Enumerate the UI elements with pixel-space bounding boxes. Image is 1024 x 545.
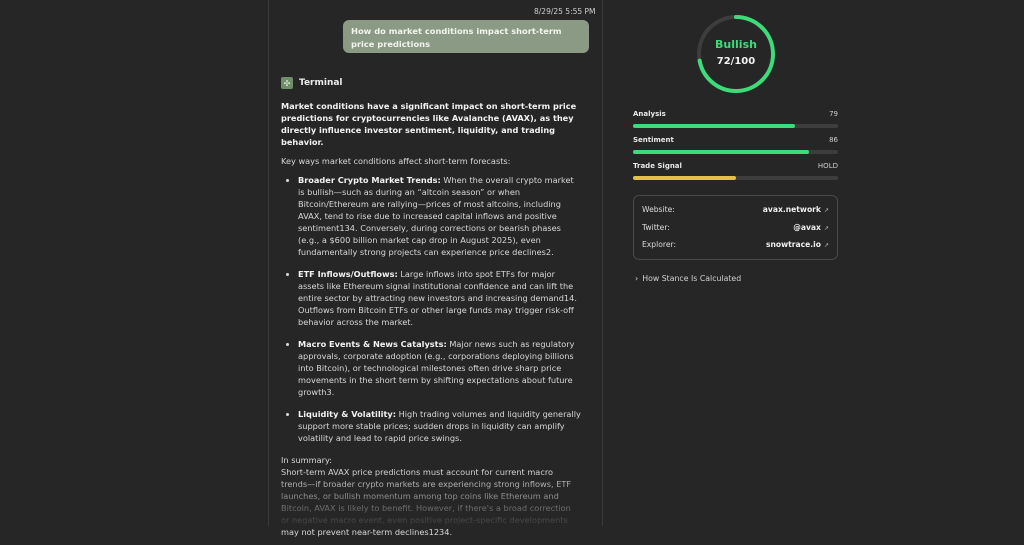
metric-analysis: Analysis 79 (633, 110, 838, 128)
message-intro: Market conditions have a significant imp… (281, 101, 577, 147)
external-link-icon[interactable]: ↗ (824, 242, 829, 249)
metric-bar-fill (633, 150, 810, 154)
link-value[interactable]: @avax (793, 223, 821, 232)
bullet-list: Broader Crypto Market Trends: When the o… (281, 174, 581, 444)
message-lead: Key ways market conditions affect short-… (281, 156, 511, 166)
external-link-icon[interactable]: ↗ (824, 225, 829, 232)
link-label: Twitter: (642, 222, 670, 232)
metric-value: HOLD (817, 162, 838, 170)
stance-calculation-toggle[interactable]: › How Stance Is Calculated (635, 274, 741, 283)
metric-name: Analysis (633, 110, 666, 118)
assistant-name: Terminal (299, 78, 343, 88)
external-link-icon[interactable]: ↗ (824, 207, 829, 214)
list-item: ETF Inflows/Outflows: Large inflows into… (298, 268, 581, 328)
terminal-logo-icon: ✣ (281, 77, 293, 89)
list-item: Liquidity & Volatility: High trading vol… (298, 408, 581, 444)
bullet-text: When the overall crypto market is bullis… (298, 175, 574, 257)
metric-name: Trade Signal (633, 162, 682, 170)
metric-name: Sentiment (633, 136, 674, 144)
user-message-bubble: How do market conditions impact short-te… (343, 20, 589, 53)
metric-sentiment: Sentiment 86 (633, 136, 838, 154)
bullet-title: Broader Crypto Market Trends: (298, 175, 441, 185)
metric-bar (633, 150, 838, 154)
list-item: Broader Crypto Market Trends: When the o… (298, 174, 581, 258)
metric-value: 79 (829, 110, 838, 118)
link-value[interactable]: avax.network (763, 205, 821, 214)
link-label: Website: (642, 205, 675, 215)
stance-gauge (697, 15, 775, 93)
chevron-right-icon[interactable]: › (635, 274, 638, 283)
link-row-explorer: Explorer: snowtrace.io ↗ (642, 236, 829, 254)
bullet-title: ETF Inflows/Outflows: (298, 269, 398, 279)
metric-bar (633, 176, 838, 180)
scroll-fade (269, 470, 600, 526)
twitter-link[interactable]: @avax ↗ (793, 223, 829, 232)
assistant-header: ✣ Terminal (281, 77, 343, 89)
metric-trade-signal: Trade Signal HOLD (633, 162, 838, 180)
metric-bar (633, 124, 838, 128)
link-row-website: Website: avax.network ↗ (642, 201, 829, 219)
project-links-card: Website: avax.network ↗ Twitter: @avax ↗ E… (633, 195, 838, 260)
list-item: Macro Events & News Catalysts: Major new… (298, 338, 581, 398)
stance-calculation-label[interactable]: How Stance Is Calculated (642, 274, 741, 283)
message-timestamp: 8/29/25 5:55 PM (534, 7, 596, 16)
metric-bar-fill (633, 176, 736, 180)
link-row-twitter: Twitter: @avax ↗ (642, 219, 829, 237)
stance-label: Bullish (715, 38, 757, 51)
explorer-link[interactable]: snowtrace.io ↗ (766, 240, 829, 249)
website-link[interactable]: avax.network ↗ (763, 205, 829, 214)
metric-value: 86 (829, 136, 838, 144)
link-value[interactable]: snowtrace.io (766, 240, 821, 249)
bullet-title: Macro Events & News Catalysts: (298, 339, 447, 349)
summary-label: In summary: (281, 455, 333, 465)
stance-score: 72/100 (716, 56, 756, 67)
link-label: Explorer: (642, 240, 677, 250)
bullet-title: Liquidity & Volatility: (298, 409, 396, 419)
metric-bar-fill (633, 124, 795, 128)
